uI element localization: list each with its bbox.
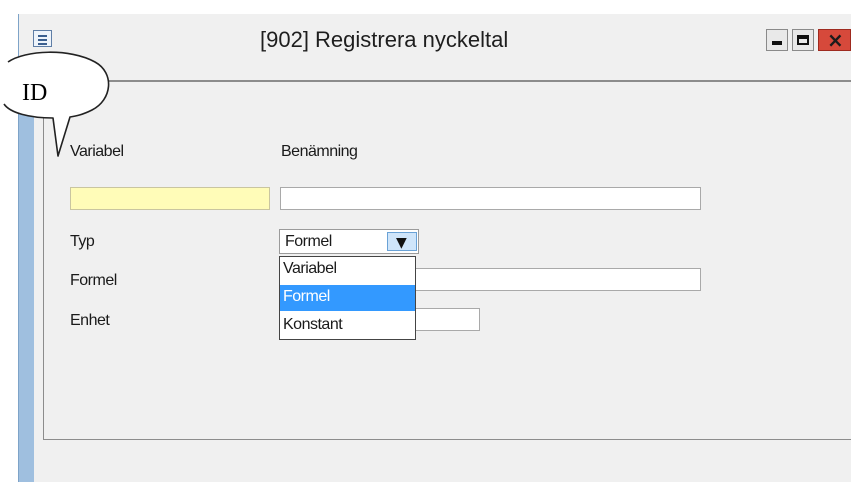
benamning-input[interactable]	[280, 187, 701, 210]
close-icon: ×	[827, 28, 844, 52]
close-button[interactable]: ×	[818, 28, 851, 52]
form-group-border	[43, 80, 851, 440]
dropdown-option-variabel[interactable]: Variabel	[280, 257, 415, 283]
option-label: Variabel	[283, 260, 337, 277]
typ-selected-value: Formel	[285, 233, 332, 250]
enhet-label: Enhet	[70, 312, 110, 329]
window-title: [902] Registrera nyckeltal	[260, 27, 509, 52]
maximize-icon	[797, 35, 809, 45]
chevron-down-icon: ▼	[396, 235, 407, 251]
callout-text: ID	[22, 80, 48, 106]
benamning-label: Benämning	[281, 143, 358, 160]
formel-label: Formel	[70, 272, 117, 289]
maximize-button[interactable]	[792, 29, 814, 51]
callout-bubble	[3, 51, 110, 157]
typ-dropdown-list: Variabel Formel Konstant	[279, 256, 416, 340]
minimize-icon	[772, 41, 782, 45]
dropdown-option-konstant[interactable]: Konstant	[280, 313, 415, 339]
typ-label: Typ	[70, 233, 95, 250]
typ-combobox[interactable]: Formel ▼	[279, 229, 419, 254]
option-label: Formel	[283, 288, 330, 305]
option-label: Konstant	[283, 316, 343, 333]
combo-dropdown-button[interactable]: ▼	[387, 232, 417, 251]
dropdown-option-formel[interactable]: Formel	[280, 285, 415, 311]
minimize-button[interactable]	[766, 29, 788, 51]
variabel-input[interactable]	[70, 187, 270, 210]
